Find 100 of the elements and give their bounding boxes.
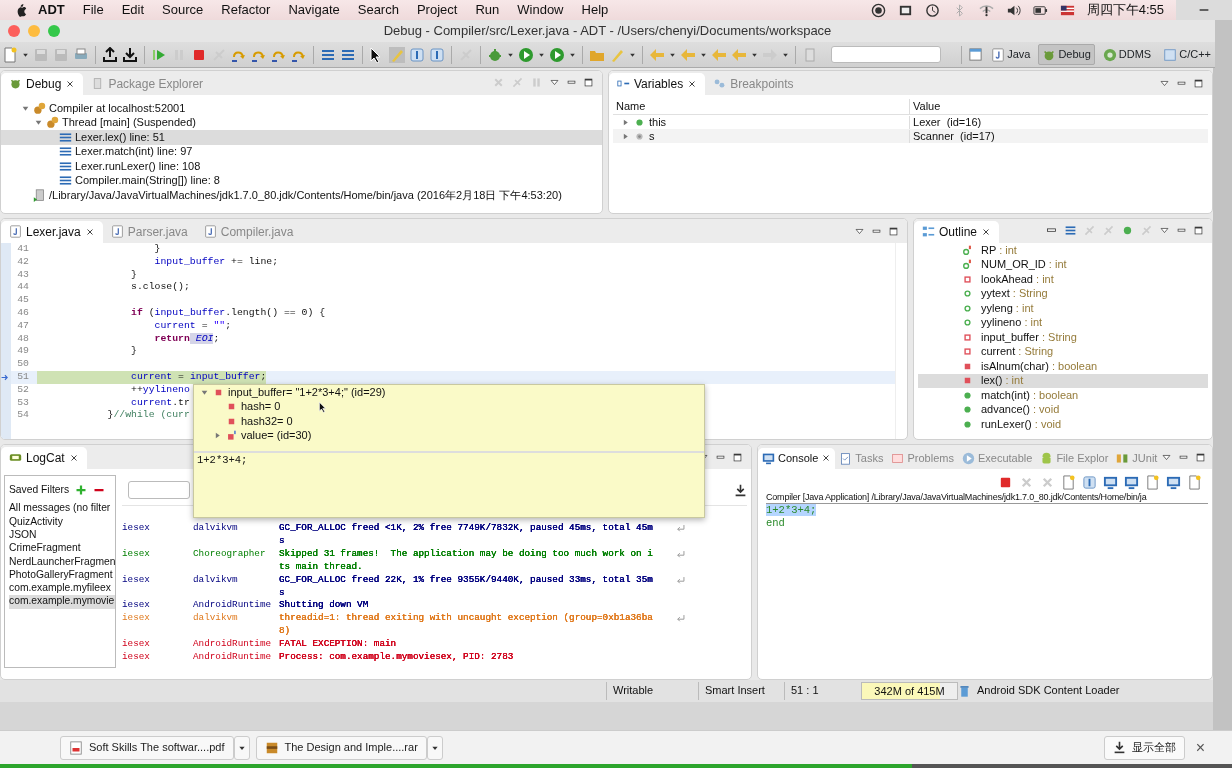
outline-item[interactable]: runLexer() : void	[918, 417, 1208, 432]
show-all-button[interactable]: 显示全部	[1103, 735, 1185, 760]
menu-item[interactable]: Run	[466, 2, 509, 18]
outline-item[interactable]: NUM_OR_ID : int	[918, 257, 1208, 272]
menu-item[interactable]: Edit	[112, 2, 154, 18]
close-button[interactable]: ×	[1190, 734, 1210, 761]
download-item[interactable]: The Design and Imple....rar	[255, 735, 427, 760]
view-tab[interactable]: Variables	[609, 72, 706, 95]
maximize-icon[interactable]	[1193, 78, 1204, 89]
filter-item[interactable]: com.example.myfileex	[9, 582, 115, 596]
perspective-button[interactable]: DDMS	[1098, 44, 1156, 65]
filter-item[interactable]: All messages (no filter	[9, 502, 115, 516]
filter-item[interactable]: com.example.mymovie	[9, 595, 115, 609]
tree-item[interactable]: Compiler at localhost:52001	[1, 101, 602, 116]
menu-item[interactable]: Window	[508, 2, 573, 18]
view-tab[interactable]: LogCat	[1, 446, 87, 469]
column-header[interactable]: Name	[613, 99, 909, 115]
filter-item[interactable]: QuizActivity	[9, 515, 115, 529]
clock-icon[interactable]	[924, 2, 940, 18]
close-icon[interactable]	[65, 78, 76, 89]
filter-item[interactable]: CrimeFragment	[9, 542, 115, 556]
console-icon[interactable]	[1124, 475, 1139, 490]
close-icon[interactable]	[687, 78, 698, 89]
menu-item[interactable]: Source	[153, 2, 213, 18]
menu-item[interactable]: Project	[407, 2, 467, 18]
expand-arrow-icon[interactable]	[213, 431, 222, 441]
menu-item[interactable]: Search	[348, 2, 408, 18]
filter-item[interactable]: NerdLauncherFragmen	[9, 555, 115, 569]
outline-item[interactable]: lookAhead : int	[918, 272, 1208, 287]
app-menu[interactable]: ADT	[29, 2, 74, 18]
upload-icon[interactable]	[102, 46, 118, 63]
download-icon[interactable]	[122, 46, 138, 63]
tree-item[interactable]: /Library/Java/JavaVirtualMachines/jdk1.7.0_80.jdk/Contents/Home/bin/java (2016年2月18日 下午4:53:20)	[1, 188, 602, 203]
trash-icon[interactable]	[958, 684, 971, 698]
close-window-button[interactable]	[8, 25, 20, 37]
pilcrow-icon[interactable]	[409, 46, 425, 63]
menu-item[interactable]: Navigate	[279, 2, 349, 18]
maximize-icon[interactable]	[583, 77, 594, 88]
menu-item[interactable]: File	[73, 2, 113, 18]
document-icon[interactable]	[1061, 475, 1076, 490]
tree-item[interactable]: Lexer.runLexer() line: 108	[1, 159, 602, 174]
view-tab[interactable]: Console	[758, 447, 836, 469]
variable-tree-item[interactable]: hash32= 0	[194, 414, 704, 429]
tree-item[interactable]: Thread [main] (Suspended)	[1, 115, 602, 130]
wifi-icon[interactable]	[978, 2, 994, 18]
outline-item[interactable]: lex() : int	[918, 373, 1208, 388]
filter-item[interactable]: JSON	[9, 528, 115, 543]
run-icon[interactable]	[518, 46, 534, 63]
heap-meter[interactable]: 342M of 415M	[861, 682, 958, 700]
variable-row[interactable]: s Scanner (id=17)	[613, 129, 1208, 144]
view-menu-icon[interactable]	[549, 77, 560, 88]
view-menu-icon[interactable]	[1161, 452, 1173, 463]
doc-icon[interactable]	[1187, 475, 1202, 490]
outline-item[interactable]: RP : int	[918, 243, 1208, 258]
view-tab[interactable]: Debug	[1, 72, 84, 95]
outline-item[interactable]: match(int) : boolean	[918, 388, 1208, 403]
tree-item[interactable]: Lexer.lex() line: 51	[1, 130, 602, 145]
expand-arrow-icon[interactable]	[34, 118, 43, 128]
menubar-clock[interactable]: 周四下午4:55	[1086, 2, 1164, 18]
stop-icon[interactable]	[998, 475, 1013, 490]
download-icon[interactable]	[734, 483, 747, 497]
tree-item[interactable]: Compiler.main(String[]) line: 8	[1, 173, 602, 188]
view-menu-icon[interactable]	[1159, 78, 1170, 89]
console-icon[interactable]	[1103, 475, 1118, 490]
close-icon[interactable]	[84, 226, 95, 237]
dot-icon[interactable]	[1121, 224, 1134, 237]
volume-icon[interactable]	[1005, 2, 1021, 18]
outline-item[interactable]: input_buffer : String	[918, 330, 1208, 345]
view-tab[interactable]: Outline	[914, 220, 1000, 243]
variable-tree-item[interactable]: input_buffer= "1+2*3+4;" (id=29)	[194, 385, 704, 400]
menu-item[interactable]: Refactor	[212, 2, 280, 18]
maximize-icon[interactable]	[1195, 452, 1207, 463]
view-menu-icon[interactable]	[1159, 225, 1170, 236]
outline-item[interactable]: advance() : void	[918, 402, 1208, 417]
perspective-button[interactable]: Debug	[1038, 44, 1095, 65]
column-header[interactable]: Value	[909, 99, 1208, 115]
download-item[interactable]: Soft Skills The softwar....pdf	[60, 735, 234, 760]
sort-icon[interactable]	[1064, 224, 1077, 237]
expand-arrow-icon[interactable]	[621, 117, 630, 127]
monitor-icon[interactable]	[1166, 475, 1181, 490]
expand-arrow-icon[interactable]	[621, 131, 630, 141]
add-icon[interactable]	[75, 484, 88, 497]
view-tab[interactable]: Lexer.java	[1, 220, 103, 243]
record-icon[interactable]	[870, 2, 886, 18]
outline-item[interactable]: current : String	[918, 344, 1208, 359]
close-icon[interactable]	[68, 452, 79, 463]
tree-item[interactable]: Lexer.match(int) line: 97	[1, 144, 602, 159]
variable-tree-item[interactable]: hash= 0	[194, 399, 704, 414]
close-icon[interactable]	[981, 226, 992, 237]
outline-item[interactable]: isAlnum(char) : boolean	[918, 359, 1208, 374]
run-icon[interactable]	[549, 46, 565, 63]
outline-item[interactable]: yytext : String	[918, 286, 1208, 301]
perspective-icon[interactable]	[968, 47, 984, 62]
maximize-icon[interactable]	[888, 226, 899, 237]
maximize-icon[interactable]	[732, 452, 743, 463]
menu-item[interactable]: Help	[572, 2, 618, 18]
variable-tree-item[interactable]: value= (id=30)	[194, 428, 704, 443]
search-field[interactable]	[128, 481, 190, 499]
perspective-button[interactable]: Java	[987, 44, 1035, 65]
pilcrow-icon[interactable]	[429, 46, 445, 63]
